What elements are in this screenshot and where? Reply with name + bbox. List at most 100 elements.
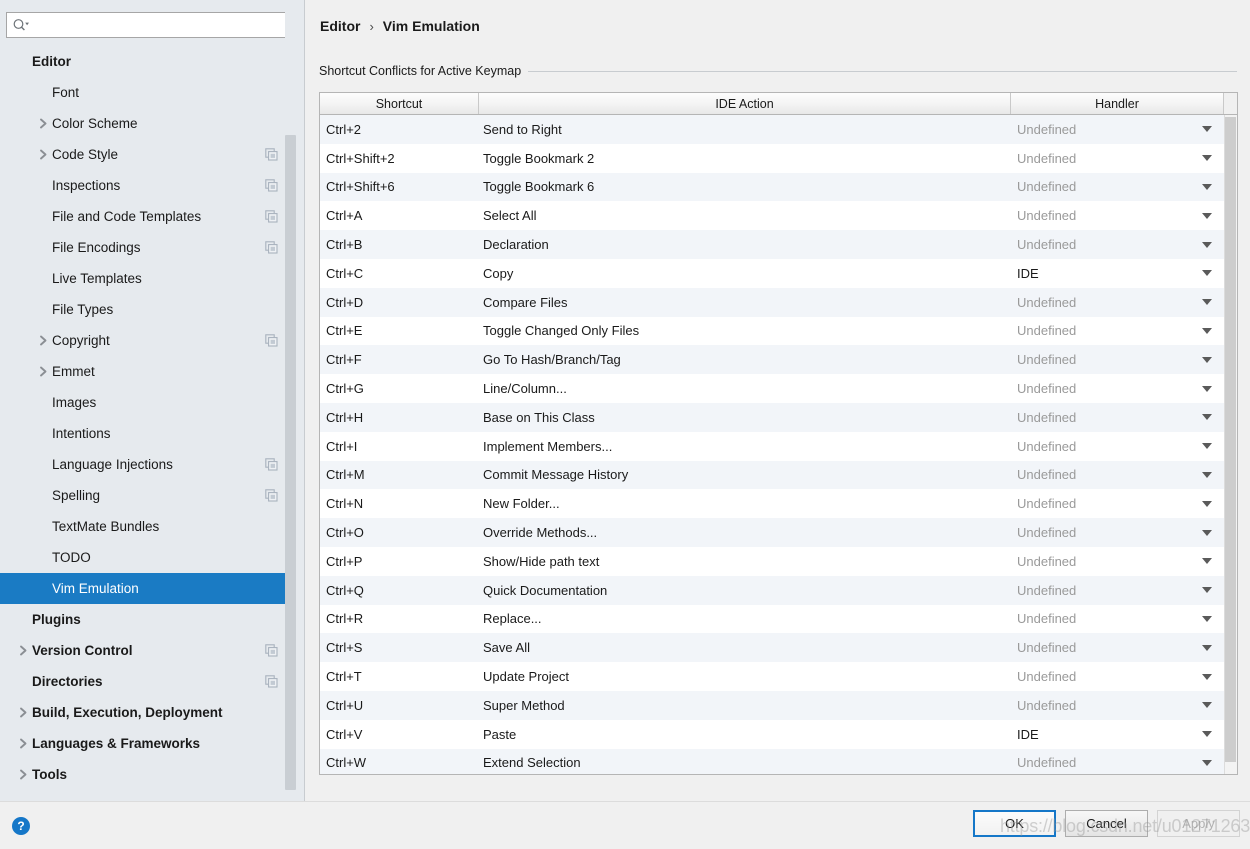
chevron-down-icon[interactable]: [1202, 328, 1212, 334]
sidebar-item-color-scheme[interactable]: Color Scheme: [0, 108, 296, 139]
chevron-down-icon[interactable]: [1202, 587, 1212, 593]
table-row[interactable]: Ctrl+EToggle Changed Only FilesUndefined: [320, 317, 1237, 346]
handler-dropdown[interactable]: Undefined: [1011, 640, 1224, 655]
handler-dropdown[interactable]: Undefined: [1011, 467, 1224, 482]
table-row[interactable]: Ctrl+MCommit Message HistoryUndefined: [320, 461, 1237, 490]
sidebar-item-plugins[interactable]: Plugins: [0, 604, 296, 635]
table-row[interactable]: Ctrl+ASelect AllUndefined: [320, 201, 1237, 230]
handler-dropdown[interactable]: Undefined: [1011, 698, 1224, 713]
cancel-button[interactable]: Cancel: [1065, 810, 1148, 837]
search-field[interactable]: [6, 12, 296, 38]
sidebar-item-build-execution-deployment[interactable]: Build, Execution, Deployment: [0, 697, 296, 728]
chevron-down-icon[interactable]: [1202, 472, 1212, 478]
sidebar-item-live-templates[interactable]: Live Templates: [0, 263, 296, 294]
chevron-down-icon[interactable]: [1202, 443, 1212, 449]
handler-dropdown[interactable]: Undefined: [1011, 611, 1224, 626]
chevron-down-icon[interactable]: [1202, 645, 1212, 651]
table-row[interactable]: Ctrl+Shift+6Toggle Bookmark 6Undefined: [320, 173, 1237, 202]
sidebar-item-language-injections[interactable]: Language Injections: [0, 449, 296, 480]
sidebar-item-images[interactable]: Images: [0, 387, 296, 418]
sidebar-item-todo[interactable]: TODO: [0, 542, 296, 573]
sidebar-item-file-and-code-templates[interactable]: File and Code Templates: [0, 201, 296, 232]
sidebar-item-spelling[interactable]: Spelling: [0, 480, 296, 511]
handler-dropdown[interactable]: Undefined: [1011, 755, 1224, 770]
handler-dropdown[interactable]: IDE: [1011, 727, 1224, 742]
chevron-down-icon[interactable]: [1202, 270, 1212, 276]
table-row[interactable]: Ctrl+2Send to RightUndefined: [320, 115, 1237, 144]
sidebar-item-tools[interactable]: Tools: [0, 759, 296, 790]
column-header-shortcut[interactable]: Shortcut: [320, 93, 479, 114]
ok-button[interactable]: OK: [973, 810, 1056, 837]
table-row[interactable]: Ctrl+VPasteIDE: [320, 720, 1237, 749]
handler-dropdown[interactable]: Undefined: [1011, 583, 1224, 598]
table-row[interactable]: Ctrl+FGo To Hash/Branch/TagUndefined: [320, 345, 1237, 374]
handler-dropdown[interactable]: Undefined: [1011, 237, 1224, 252]
chevron-down-icon[interactable]: [1202, 702, 1212, 708]
handler-dropdown[interactable]: Undefined: [1011, 122, 1224, 137]
table-row[interactable]: Ctrl+Shift+2Toggle Bookmark 2Undefined: [320, 144, 1237, 173]
sidebar-item-directories[interactable]: Directories: [0, 666, 296, 697]
handler-dropdown[interactable]: Undefined: [1011, 179, 1224, 194]
table-row[interactable]: Ctrl+QQuick DocumentationUndefined: [320, 576, 1237, 605]
sidebar-scrollbar-thumb[interactable]: [285, 135, 296, 790]
chevron-right-icon[interactable]: [14, 769, 32, 780]
chevron-right-icon[interactable]: [34, 366, 52, 377]
chevron-down-icon[interactable]: [1202, 530, 1212, 536]
sidebar-item-inspections[interactable]: Inspections: [0, 170, 296, 201]
chevron-down-icon[interactable]: [1202, 357, 1212, 363]
chevron-down-icon[interactable]: [1202, 501, 1212, 507]
chevron-down-icon[interactable]: [1202, 386, 1212, 392]
handler-dropdown[interactable]: Undefined: [1011, 295, 1224, 310]
handler-dropdown[interactable]: Undefined: [1011, 208, 1224, 223]
handler-dropdown[interactable]: Undefined: [1011, 669, 1224, 684]
help-button[interactable]: ?: [12, 817, 30, 835]
handler-dropdown[interactable]: Undefined: [1011, 525, 1224, 540]
sidebar-item-textmate-bundles[interactable]: TextMate Bundles: [0, 511, 296, 542]
handler-dropdown[interactable]: Undefined: [1011, 554, 1224, 569]
chevron-down-icon[interactable]: [1202, 558, 1212, 564]
sidebar-item-code-style[interactable]: Code Style: [0, 139, 296, 170]
chevron-down-icon[interactable]: [1202, 184, 1212, 190]
handler-dropdown[interactable]: Undefined: [1011, 323, 1224, 338]
sidebar-item-intentions[interactable]: Intentions: [0, 418, 296, 449]
table-scrollbar-thumb[interactable]: [1225, 117, 1236, 762]
chevron-right-icon[interactable]: [14, 707, 32, 718]
search-input[interactable]: [34, 17, 274, 33]
handler-dropdown[interactable]: Undefined: [1011, 381, 1224, 396]
chevron-right-icon[interactable]: [34, 335, 52, 346]
table-row[interactable]: Ctrl+CCopyIDE: [320, 259, 1237, 288]
chevron-down-icon[interactable]: [1202, 242, 1212, 248]
chevron-right-icon[interactable]: [14, 645, 32, 656]
table-row[interactable]: Ctrl+USuper MethodUndefined: [320, 691, 1237, 720]
handler-dropdown[interactable]: Undefined: [1011, 151, 1224, 166]
handler-dropdown[interactable]: Undefined: [1011, 410, 1224, 425]
table-row[interactable]: Ctrl+DCompare FilesUndefined: [320, 288, 1237, 317]
sidebar-item-editor[interactable]: Editor: [0, 46, 296, 77]
chevron-down-icon[interactable]: [1202, 414, 1212, 420]
handler-dropdown[interactable]: Undefined: [1011, 496, 1224, 511]
chevron-down-icon[interactable]: [1202, 760, 1212, 766]
column-header-ide-action[interactable]: IDE Action: [479, 93, 1011, 114]
sidebar-item-vim-emulation[interactable]: Vim Emulation: [0, 573, 296, 604]
table-row[interactable]: Ctrl+IImplement Members...Undefined: [320, 432, 1237, 461]
handler-dropdown[interactable]: Undefined: [1011, 439, 1224, 454]
sidebar-item-languages-frameworks[interactable]: Languages & Frameworks: [0, 728, 296, 759]
chevron-right-icon[interactable]: [34, 149, 52, 160]
chevron-down-icon[interactable]: [1202, 299, 1212, 305]
chevron-down-icon[interactable]: [1202, 213, 1212, 219]
table-row[interactable]: Ctrl+HBase on This ClassUndefined: [320, 403, 1237, 432]
sidebar-item-file-types[interactable]: File Types: [0, 294, 296, 325]
table-row[interactable]: Ctrl+WExtend SelectionUndefined: [320, 749, 1237, 774]
chevron-down-icon[interactable]: [1202, 155, 1212, 161]
table-row[interactable]: Ctrl+RReplace...Undefined: [320, 605, 1237, 634]
table-row[interactable]: Ctrl+TUpdate ProjectUndefined: [320, 662, 1237, 691]
sidebar-item-file-encodings[interactable]: File Encodings: [0, 232, 296, 263]
chevron-down-icon[interactable]: [1202, 731, 1212, 737]
sidebar-item-emmet[interactable]: Emmet: [0, 356, 296, 387]
handler-dropdown[interactable]: Undefined: [1011, 352, 1224, 367]
chevron-right-icon[interactable]: [14, 738, 32, 749]
handler-dropdown[interactable]: IDE: [1011, 266, 1224, 281]
table-row[interactable]: Ctrl+GLine/Column...Undefined: [320, 374, 1237, 403]
breadcrumb-root[interactable]: Editor: [320, 18, 360, 34]
column-header-handler[interactable]: Handler: [1011, 93, 1224, 114]
